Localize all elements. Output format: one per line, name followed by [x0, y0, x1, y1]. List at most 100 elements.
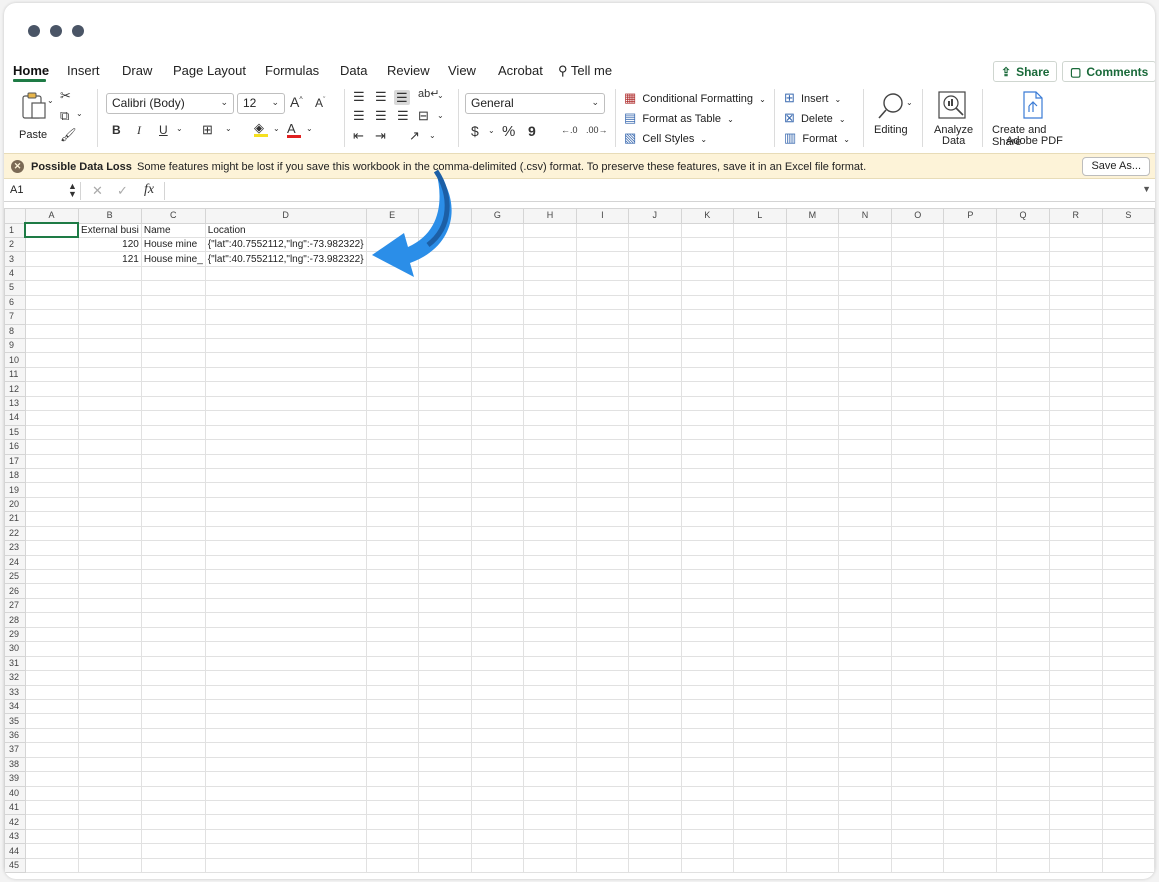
cell-c34[interactable]	[140, 698, 206, 715]
cell-s42[interactable]	[1101, 814, 1155, 830]
cell-r27[interactable]	[1048, 597, 1103, 614]
delete-cells-button[interactable]: ⊠ Delete ⌄	[784, 111, 846, 125]
cell-f25[interactable]	[417, 568, 472, 585]
cell-m25[interactable]	[785, 568, 840, 585]
cell-h20[interactable]	[522, 496, 578, 513]
cell-n32[interactable]	[838, 670, 893, 686]
cell-i37[interactable]	[576, 742, 629, 758]
cell-n16[interactable]	[838, 439, 893, 455]
cell-r3[interactable]	[1048, 251, 1103, 267]
cell-h9[interactable]	[522, 337, 578, 354]
cell-d30[interactable]	[204, 641, 367, 657]
cell-c4[interactable]	[140, 265, 206, 282]
row-header[interactable]: 6	[4, 294, 26, 311]
cell-e28[interactable]	[365, 612, 419, 628]
cell-r21[interactable]	[1048, 511, 1103, 527]
cell-h28[interactable]	[522, 612, 578, 628]
cell-r41[interactable]	[1048, 799, 1103, 816]
cell-b8[interactable]	[77, 323, 142, 340]
cell-h16[interactable]	[522, 439, 578, 455]
cell-a39[interactable]	[24, 771, 79, 787]
cell-f30[interactable]	[417, 641, 472, 657]
cell-a16[interactable]	[24, 439, 79, 455]
cell-i17[interactable]	[576, 453, 629, 469]
cell-m44[interactable]	[785, 843, 840, 859]
cell-d6[interactable]	[204, 294, 367, 311]
chevron-down-icon[interactable]: ⌄	[225, 125, 232, 133]
cell-p3[interactable]	[943, 251, 998, 267]
cell-b38[interactable]	[77, 756, 142, 773]
cell-m10[interactable]	[785, 352, 840, 368]
cell-a8[interactable]	[24, 323, 79, 340]
cell-q41[interactable]	[996, 799, 1050, 816]
cell-i38[interactable]	[576, 756, 629, 773]
cell-f45[interactable]	[417, 857, 472, 874]
cell-s22[interactable]	[1101, 525, 1155, 542]
cell-k14[interactable]	[680, 410, 734, 426]
cell-g22[interactable]	[470, 525, 524, 542]
name-box[interactable]: A1	[10, 184, 23, 196]
cell-m33[interactable]	[785, 684, 840, 700]
cell-f2[interactable]	[417, 236, 472, 253]
row-header[interactable]: 20	[4, 496, 26, 513]
cell-s14[interactable]	[1101, 410, 1155, 426]
cell-n5[interactable]	[838, 280, 893, 296]
cell-e12[interactable]	[365, 381, 419, 397]
cell-g41[interactable]	[470, 799, 524, 816]
column-header[interactable]: C	[140, 208, 206, 224]
cell-o17[interactable]	[891, 453, 945, 469]
row-header[interactable]: 14	[4, 410, 26, 426]
cell-a2[interactable]	[24, 236, 79, 253]
cell-s33[interactable]	[1101, 684, 1155, 700]
cell-p38[interactable]	[943, 756, 998, 773]
cell-o21[interactable]	[891, 511, 945, 527]
cell-h13[interactable]	[522, 395, 578, 412]
cell-e4[interactable]	[365, 265, 419, 282]
cell-c6[interactable]	[140, 294, 206, 311]
cell-p24[interactable]	[943, 554, 998, 571]
cell-e33[interactable]	[365, 684, 419, 700]
cell-n23[interactable]	[838, 540, 893, 556]
cell-e5[interactable]	[365, 280, 419, 296]
cell-q10[interactable]	[996, 352, 1050, 368]
cell-i33[interactable]	[576, 684, 629, 700]
cell-s35[interactable]	[1101, 713, 1155, 729]
cell-p12[interactable]	[943, 381, 998, 397]
cell-l24[interactable]	[732, 554, 787, 571]
cell-e1[interactable]	[365, 222, 419, 238]
cell-g39[interactable]	[470, 771, 524, 787]
cell-b29[interactable]	[77, 626, 142, 643]
cell-s40[interactable]	[1101, 785, 1155, 802]
cell-c44[interactable]	[140, 843, 206, 859]
cell-q36[interactable]	[996, 727, 1050, 744]
cell-k20[interactable]	[680, 496, 734, 513]
cell-b5[interactable]	[77, 280, 142, 296]
column-header[interactable]: H	[522, 208, 578, 224]
cell-f27[interactable]	[417, 597, 472, 614]
cell-q45[interactable]	[996, 857, 1050, 874]
cell-q26[interactable]	[996, 583, 1050, 599]
cell-k24[interactable]	[680, 554, 734, 571]
cell-j17[interactable]	[627, 453, 682, 469]
cell-i21[interactable]	[576, 511, 629, 527]
cell-m3[interactable]	[785, 251, 840, 267]
cell-q44[interactable]	[996, 843, 1050, 859]
cell-e8[interactable]	[365, 323, 419, 340]
row-header[interactable]: 38	[4, 756, 26, 773]
cell-l10[interactable]	[732, 352, 787, 368]
cell-m19[interactable]	[785, 482, 840, 498]
cell-l26[interactable]	[732, 583, 787, 599]
cell-d36[interactable]	[204, 727, 367, 744]
cell-c14[interactable]	[140, 410, 206, 426]
cell-i23[interactable]	[576, 540, 629, 556]
chevron-down-icon[interactable]: ⌄	[176, 125, 183, 133]
cell-e22[interactable]	[365, 525, 419, 542]
cell-a9[interactable]	[24, 337, 79, 354]
cell-j26[interactable]	[627, 583, 682, 599]
cell-m34[interactable]	[785, 698, 840, 715]
cell-f22[interactable]	[417, 525, 472, 542]
cell-a15[interactable]	[24, 424, 79, 441]
cell-l8[interactable]	[732, 323, 787, 340]
cell-s27[interactable]	[1101, 597, 1155, 614]
cell-q6[interactable]	[996, 294, 1050, 311]
